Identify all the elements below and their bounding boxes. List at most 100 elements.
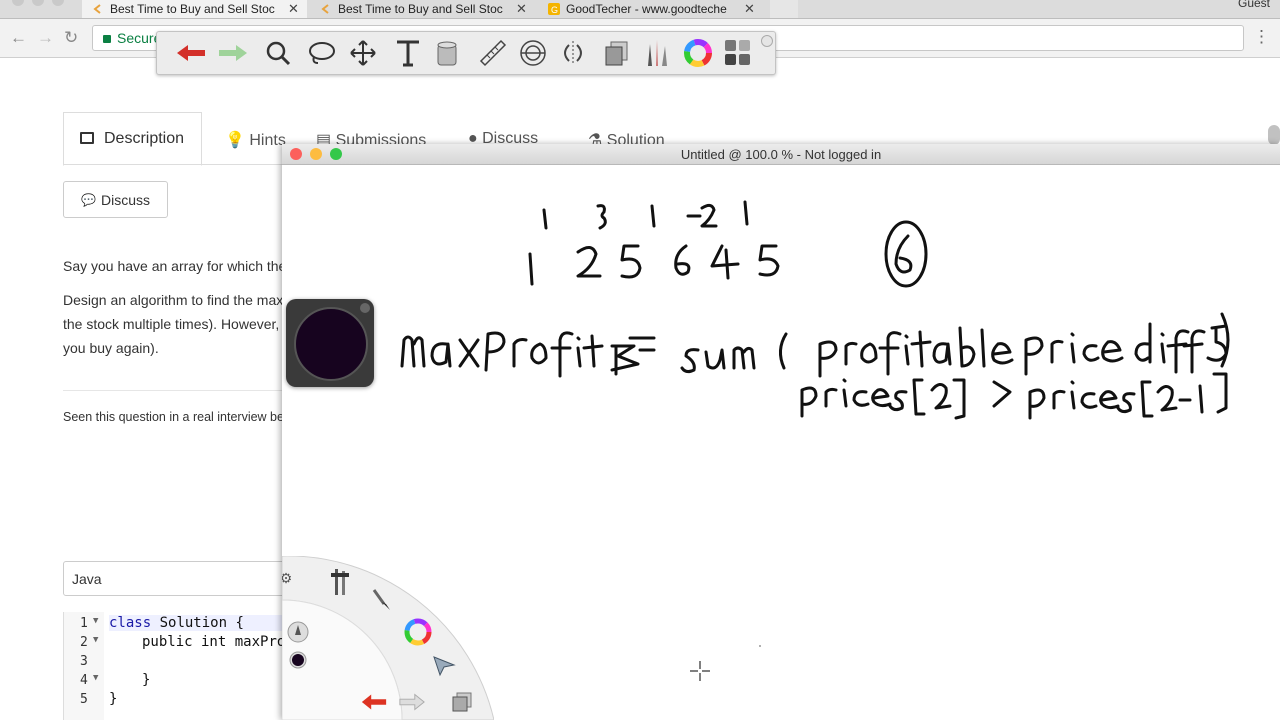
divider [63, 390, 283, 391]
page-scrollbar[interactable] [1268, 125, 1280, 145]
ink-stroke [1160, 332, 1166, 364]
ink-stroke [884, 220, 928, 288]
toolbar-close-button[interactable] [761, 35, 773, 47]
back-arrow-icon[interactable]: ← [10, 28, 27, 48]
tab-close-icon[interactable]: ✕ [288, 1, 299, 17]
ink-stroke [1080, 392, 1098, 409]
problem-paragraph-2-line-2: the stock multiple times). However, [63, 316, 280, 332]
line-number: 2 [80, 635, 88, 650]
ink-stroke [824, 387, 838, 408]
grid-icon[interactable] [722, 38, 754, 68]
language-select[interactable]: Java [63, 561, 295, 596]
ink-stroke [958, 326, 976, 368]
ink-dot [759, 645, 761, 647]
ink-stroke [1182, 329, 1206, 374]
code-text: Solution { [151, 615, 244, 631]
profile-label[interactable]: Guest [1238, 0, 1270, 10]
ink-stroke [852, 390, 870, 407]
window-close-button[interactable] [12, 0, 24, 6]
text-tool-icon[interactable] [392, 38, 424, 68]
tab-close-icon[interactable]: ✕ [744, 1, 755, 17]
ink-stroke [871, 388, 892, 408]
ink-stroke [1082, 344, 1100, 362]
tab-description[interactable]: Description [63, 112, 202, 166]
ink-stroke [800, 386, 818, 418]
ink-stroke [512, 338, 528, 368]
mirror-icon[interactable] [557, 38, 589, 68]
comment-icon: 💬 [81, 193, 96, 207]
tab-title: Best Time to Buy and Sell Stoc [338, 2, 503, 16]
magnifier-icon[interactable] [262, 38, 294, 68]
window-minimize-button[interactable] [32, 0, 44, 6]
color-dot-icon[interactable] [284, 646, 312, 674]
fold-arrow-icon[interactable]: ▼ [93, 635, 98, 645]
color-wheel-icon[interactable] [682, 38, 714, 68]
new-tab-button[interactable] [770, 0, 798, 18]
browser-tab-1[interactable]: Best Time to Buy and Sell Stoc ✕ [82, 0, 307, 18]
secure-indicator[interactable]: Secure [103, 30, 161, 46]
leetcode-favicon-icon [92, 3, 104, 15]
puck-handle-icon[interactable] [360, 303, 370, 313]
brush-icon[interactable] [368, 586, 396, 614]
drawing-toolbar [156, 31, 776, 75]
ink-stroke [1140, 380, 1154, 418]
ink-stroke [894, 234, 913, 274]
stamp-icon[interactable] [517, 38, 549, 68]
interview-prompt: Seen this question in a real interview b… [63, 410, 284, 424]
drawing-window: Untitled @ 100.0 % - Not logged in ⚙ [282, 144, 1280, 720]
ink-stroke [1101, 340, 1124, 363]
select-arrow-icon[interactable] [430, 652, 458, 680]
settings-icon[interactable]: ⚙ [282, 564, 300, 592]
browser-tab-3[interactable]: G GoodTecher - www.goodteche ✕ [538, 0, 763, 18]
discuss-button[interactable]: 💬 Discuss [63, 181, 168, 218]
move-icon[interactable] [347, 38, 379, 68]
reload-icon[interactable]: ↻ [64, 28, 78, 48]
color-wheel-icon[interactable] [404, 618, 432, 646]
ink-stroke [1024, 336, 1044, 376]
ink-stroke [576, 336, 582, 368]
forward-arrow-icon[interactable]: → [37, 28, 54, 48]
code-line: public int maxPro [142, 634, 285, 650]
ink-stroke [700, 203, 718, 228]
layers-icon[interactable] [601, 38, 633, 68]
ink-stroke [888, 390, 908, 412]
problem-paragraph-1: Say you have an array for which the [63, 258, 287, 274]
color-puck[interactable] [286, 299, 374, 387]
fold-arrow-icon[interactable]: ▼ [93, 616, 98, 626]
browser-menu-icon[interactable]: ⋮ [1253, 27, 1270, 47]
fold-arrow-icon[interactable]: ▼ [93, 673, 98, 683]
browser-tab-bar: Best Time to Buy and Sell Stoc ✕ Best Ti… [0, 0, 1280, 19]
ink-stroke [932, 342, 952, 366]
brushes-icon[interactable] [326, 568, 354, 596]
pencils-icon[interactable] [641, 38, 673, 68]
code-editor[interactable]: 1 2 3 4 5 ▼ ▼ ▼ class Solution { public … [63, 612, 285, 720]
ink-stroke [542, 208, 548, 230]
ink-stroke [674, 244, 691, 276]
undo-icon[interactable] [360, 688, 388, 716]
bucket-icon[interactable] [431, 38, 463, 68]
redo-icon[interactable] [217, 38, 249, 68]
lasso-icon[interactable] [306, 38, 338, 68]
ink-stroke [1052, 389, 1066, 410]
tab-hints[interactable]: 💡 Hints [225, 130, 286, 150]
ink-stroke [704, 348, 726, 370]
ink-stroke [818, 340, 838, 378]
window-zoom-button[interactable] [52, 0, 64, 6]
code-line: } [142, 672, 151, 688]
pencil-icon[interactable] [284, 618, 312, 646]
layers-icon[interactable] [448, 688, 476, 716]
tab-title: Best Time to Buy and Sell Stoc [110, 2, 275, 16]
line-number: 4 [80, 673, 88, 688]
ink-stroke [779, 332, 788, 370]
undo-icon[interactable] [175, 38, 207, 68]
ink-stroke [1050, 339, 1064, 364]
browser-tab-2[interactable]: Best Time to Buy and Sell Stoc ✕ [310, 0, 535, 18]
current-color-swatch[interactable] [294, 307, 368, 381]
ink-stroke [758, 244, 780, 277]
tab-close-icon[interactable]: ✕ [516, 1, 527, 17]
ruler-icon[interactable] [477, 38, 509, 68]
ink-stroke [910, 330, 932, 368]
ink-stroke [743, 200, 749, 226]
redo-icon[interactable] [398, 688, 426, 716]
ink-stroke [550, 331, 574, 378]
